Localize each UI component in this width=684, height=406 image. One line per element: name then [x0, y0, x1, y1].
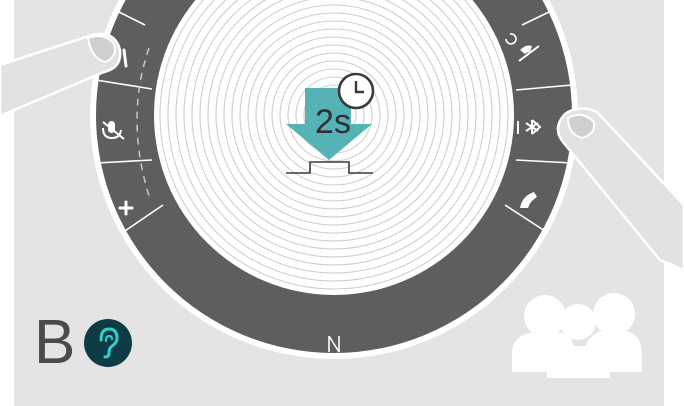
duration-label: 2s [315, 103, 351, 141]
finger-right-icon [556, 107, 684, 272]
speaker-illustration [0, 0, 684, 378]
figure: 2s B [0, 0, 684, 406]
hearing-icon [84, 319, 132, 367]
figure-label: B [34, 308, 76, 377]
people-group-icon [512, 293, 642, 378]
volume-down-icon [122, 48, 128, 68]
